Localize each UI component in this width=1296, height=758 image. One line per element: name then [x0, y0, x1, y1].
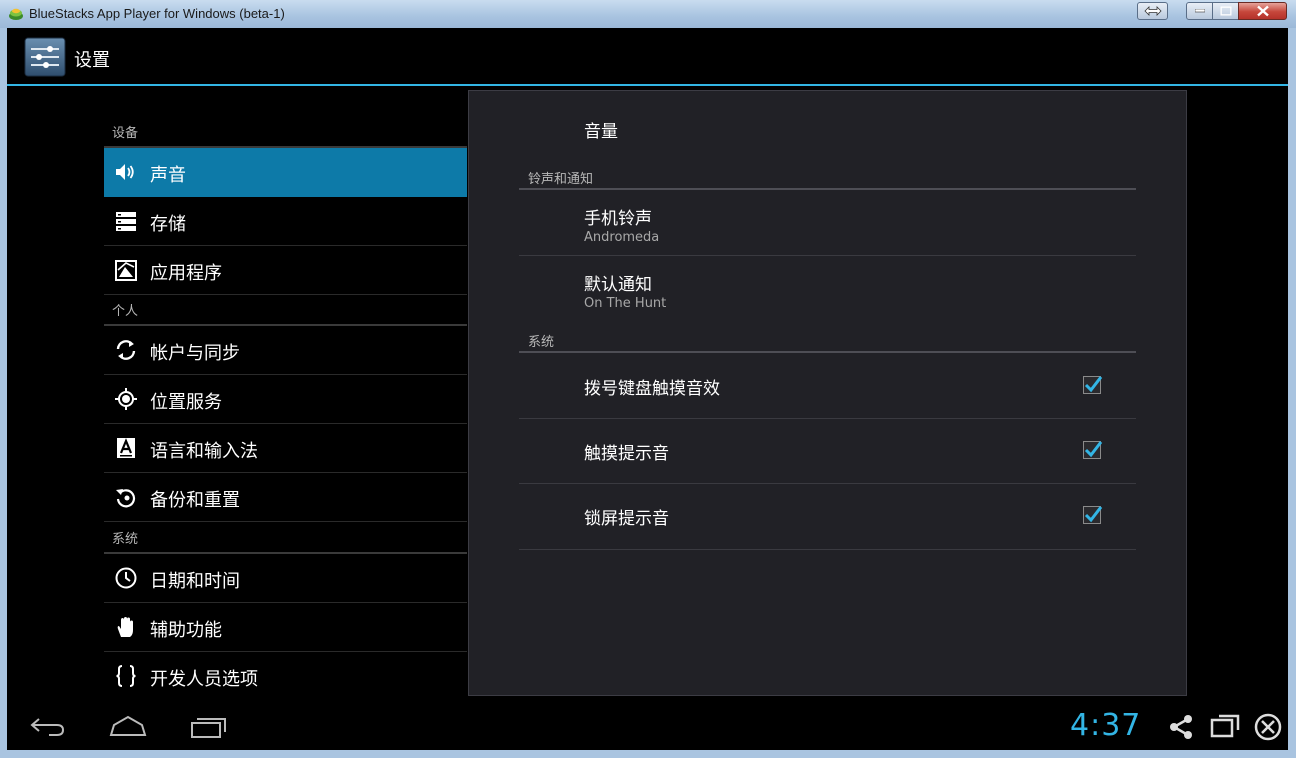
settings-app-icon[interactable] — [24, 37, 66, 77]
nav-item-sound[interactable]: 声音 — [104, 148, 467, 197]
close-icon — [1256, 5, 1269, 17]
nav-item-backup-reset[interactable]: 备份和重置 — [104, 473, 467, 522]
apps-icon — [115, 260, 137, 281]
storage-icon — [116, 212, 136, 231]
fullscreen-button[interactable] — [1137, 2, 1168, 20]
close-app-icon[interactable] — [1253, 712, 1283, 742]
window-frame-right — [1288, 28, 1296, 758]
section-header-device: 设备 — [104, 114, 467, 148]
nav-item-developer-options[interactable]: 开发人员选项 — [104, 652, 467, 701]
close-button[interactable] — [1238, 2, 1287, 20]
maximize-icon — [1220, 6, 1231, 16]
minimize-icon — [1194, 9, 1205, 13]
minimize-button[interactable] — [1186, 2, 1213, 20]
android-screen: 设置 设备 声音 存储 应用程序 个人 帐户与同步 位置服务 语言和输入法 备份… — [7, 28, 1288, 750]
checkmark-icon — [1084, 506, 1103, 523]
bluestacks-logo-icon — [9, 8, 23, 20]
sound-settings-pane: 音量 铃声和通知 手机铃声 Andromeda 默认通知 On The Hunt… — [468, 90, 1187, 696]
section-header-ringtone-notifications: 铃声和通知 — [519, 166, 1136, 190]
default-notification-item[interactable]: 默认通知 On The Hunt — [519, 256, 1136, 318]
nav-item-language-input[interactable]: 语言和输入法 — [104, 424, 467, 473]
share-icon[interactable] — [1167, 714, 1195, 740]
nav-item-accessibility[interactable]: 辅助功能 — [104, 603, 467, 652]
window-title-bar[interactable]: BlueStacks App Player for Windows (beta-… — [0, 0, 1296, 29]
speaker-icon — [116, 164, 134, 180]
location-icon — [115, 388, 137, 410]
screen-lock-sound-item[interactable]: 锁屏提示音 — [519, 484, 1136, 550]
system-navigation-bar: 4:37 — [7, 704, 1288, 750]
dialpad-touch-tones-checkbox[interactable] — [1083, 376, 1103, 394]
window-mode-icon[interactable] — [1209, 714, 1241, 740]
nav-item-storage[interactable]: 存储 — [104, 197, 467, 246]
backup-icon — [116, 489, 136, 508]
hand-icon — [117, 617, 133, 637]
nav-item-date-time[interactable]: 日期和时间 — [104, 554, 467, 603]
language-icon — [117, 438, 135, 458]
settings-categories-list: 设备 声音 存储 应用程序 个人 帐户与同步 位置服务 语言和输入法 备份和重置… — [104, 114, 467, 701]
braces-icon — [116, 665, 136, 687]
section-header-system-sounds: 系统 — [519, 329, 1136, 353]
dialpad-touch-tones-item[interactable]: 拨号键盘触摸音效 — [519, 353, 1136, 419]
checkmark-icon — [1084, 441, 1103, 458]
phone-ringtone-item[interactable]: 手机铃声 Andromeda — [519, 190, 1136, 256]
window-frame-bottom — [0, 750, 1296, 758]
nav-item-accounts-sync[interactable]: 帐户与同步 — [104, 326, 467, 375]
touch-sounds-item[interactable]: 触摸提示音 — [519, 419, 1136, 484]
double-arrow-icon — [1143, 6, 1162, 16]
window-title: BlueStacks App Player for Windows (beta-… — [29, 6, 285, 21]
window-frame-left — [0, 28, 7, 758]
maximize-button[interactable] — [1212, 2, 1239, 20]
clock-icon — [115, 567, 137, 589]
section-header-personal: 个人 — [104, 295, 467, 326]
action-bar: 设置 — [7, 28, 1288, 86]
detail-title-volume[interactable]: 音量 — [584, 117, 618, 142]
sync-icon — [116, 340, 136, 360]
home-button[interactable] — [109, 714, 147, 738]
nav-item-location[interactable]: 位置服务 — [104, 375, 467, 424]
checkmark-icon — [1084, 376, 1103, 393]
nav-item-apps[interactable]: 应用程序 — [104, 246, 467, 295]
recent-apps-button[interactable] — [189, 715, 227, 739]
section-header-system: 系统 — [104, 522, 467, 554]
page-title: 设置 — [74, 50, 110, 71]
touch-sounds-checkbox[interactable] — [1083, 441, 1103, 459]
status-clock: 4:37 — [1070, 708, 1142, 743]
back-button[interactable] — [29, 716, 67, 738]
screen-lock-sound-checkbox[interactable] — [1083, 506, 1103, 524]
